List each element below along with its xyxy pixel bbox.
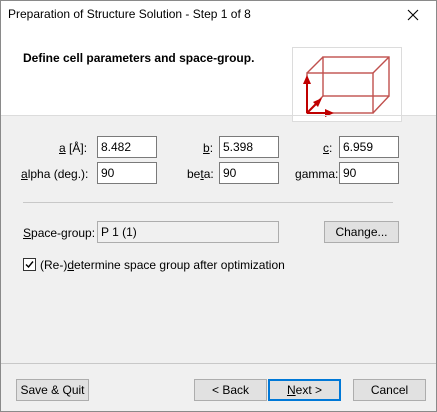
c-field[interactable]: 6.959 <box>339 136 399 158</box>
save-quit-button[interactable]: Save & Quit <box>16 379 89 401</box>
beta-label: beta: <box>187 167 214 181</box>
beta-field[interactable]: 90 <box>219 162 279 184</box>
redetermine-checkbox[interactable] <box>23 258 36 271</box>
close-icon <box>407 9 419 21</box>
spacegroup-label: Space-group: <box>23 226 96 240</box>
footer-divider <box>1 363 436 364</box>
gamma-field[interactable]: 90 <box>339 162 399 184</box>
a-label: a [Å]: <box>59 141 88 155</box>
change-button[interactable]: Chan g e... <box>324 221 399 243</box>
b-field[interactable]: 5.398 <box>219 136 279 158</box>
header-panel: Define cell parameters and space-group. <box>1 29 436 122</box>
cancel-button[interactable]: Cancel <box>353 379 426 401</box>
header-divider <box>1 115 436 116</box>
page-heading: Define cell parameters and space-group. <box>23 51 255 65</box>
unit-cell-image <box>292 47 402 122</box>
alpha-field[interactable]: 90 <box>97 162 157 184</box>
b-label: b: <box>203 141 214 155</box>
back-button[interactable]: < Back <box>194 379 267 401</box>
spacegroup-field: P 1 (1) <box>97 221 279 243</box>
dialog-window: Preparation of Structure Solution - Step… <box>0 0 437 412</box>
title-bar: Preparation of Structure Solution - Step… <box>1 1 436 29</box>
next-button[interactable]: Next > <box>268 379 341 401</box>
alpha-label: alpha (deg.): <box>21 167 89 181</box>
checkmark-icon <box>25 261 34 269</box>
window-title: Preparation of Structure Solution - Step… <box>8 7 251 21</box>
close-button[interactable] <box>390 1 436 29</box>
c-label: c: <box>323 141 333 155</box>
section-divider <box>23 202 393 203</box>
a-field[interactable]: 8.482 <box>97 136 157 158</box>
unit-cell-icon <box>303 56 390 117</box>
redetermine-label[interactable]: (Re-)determine space group after optimiz… <box>40 258 285 272</box>
gamma-label: gamma: <box>295 167 339 181</box>
